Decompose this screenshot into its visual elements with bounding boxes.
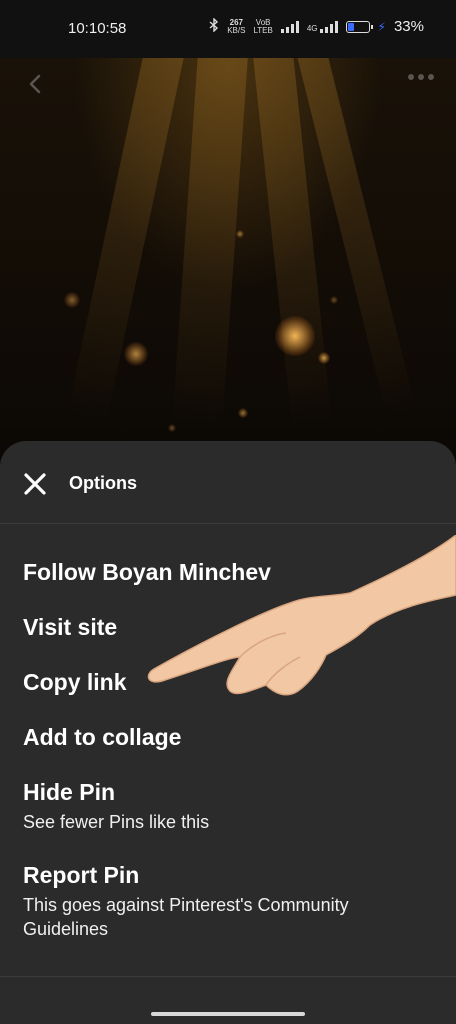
battery-icon xyxy=(345,20,373,33)
network-speed: 267 KB/S xyxy=(227,18,246,35)
option-label: Report Pin xyxy=(23,862,140,888)
battery-percent: 33% xyxy=(393,18,424,35)
signal-4g-icon: 4G xyxy=(306,20,338,33)
battery-fill xyxy=(347,22,354,31)
sheet-title: Options xyxy=(69,473,137,493)
back-button[interactable] xyxy=(24,72,48,96)
volte-indicator: VoB LTEB xyxy=(253,18,273,35)
option-label: Add to collage xyxy=(23,724,182,750)
volte-bottom: LTEB xyxy=(253,25,273,35)
chevron-left-icon xyxy=(29,74,41,94)
status-time: 10:10:58 xyxy=(68,20,127,37)
more-horizontal-icon xyxy=(408,74,414,80)
option-sublabel: This goes against Pinterest's Community … xyxy=(23,895,349,939)
option-copy-link[interactable]: Copy link xyxy=(23,669,127,696)
sheet-divider xyxy=(0,976,456,977)
bluetooth-icon xyxy=(209,17,219,35)
sheet-header: Options xyxy=(0,441,456,524)
close-icon xyxy=(24,473,46,495)
option-visit-site[interactable]: Visit site xyxy=(23,614,117,641)
network-speed-unit: KB/S xyxy=(227,25,246,35)
network-type: 4G xyxy=(306,23,318,33)
options-sheet: Options Follow Boyan Minchev Visit site … xyxy=(0,441,456,1024)
close-button[interactable] xyxy=(22,471,48,497)
option-label: Hide Pin xyxy=(23,779,116,805)
pin-image[interactable] xyxy=(0,46,456,466)
option-add-to-collage[interactable]: Add to collage xyxy=(23,724,181,751)
status-icons: 267 KB/S VoB LTEB 4G ⚡ 33% xyxy=(209,17,424,35)
pointing-hand-icon xyxy=(147,535,456,696)
option-label: Visit site xyxy=(23,614,118,640)
option-report-pin[interactable]: Report Pin This goes against Pinterest's… xyxy=(23,862,423,941)
status-bar: 10:10:58 267 KB/S VoB LTEB 4G ⚡ 33% xyxy=(0,0,456,58)
more-options-button[interactable] xyxy=(408,74,434,80)
signal-icon xyxy=(280,20,299,33)
option-hide-pin[interactable]: Hide Pin See fewer Pins like this xyxy=(23,779,423,834)
charging-icon: ⚡ xyxy=(377,19,386,34)
option-sublabel: See fewer Pins like this xyxy=(23,812,210,832)
option-label: Copy link xyxy=(23,669,127,695)
home-indicator[interactable] xyxy=(151,1012,305,1016)
